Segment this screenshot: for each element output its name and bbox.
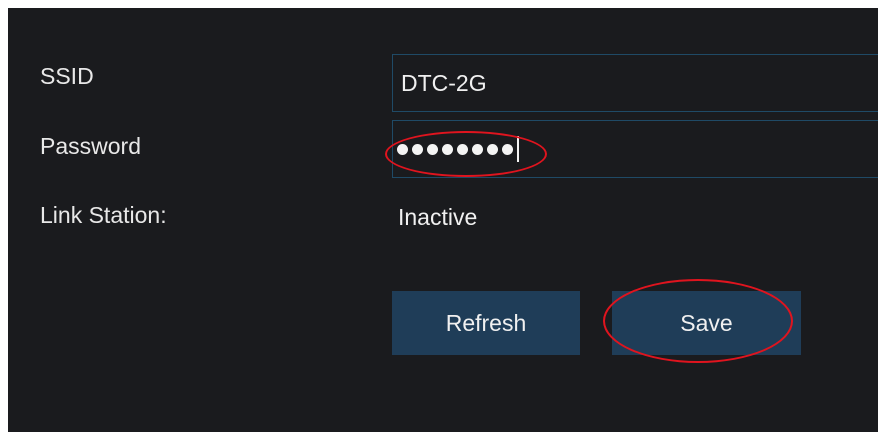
password-mask-dot	[502, 143, 513, 155]
password-mask-dot	[487, 143, 498, 155]
text-caret	[517, 136, 519, 162]
password-label: Password	[40, 133, 141, 159]
password-input[interactable]	[393, 136, 519, 162]
ssid-label: SSID	[40, 63, 94, 89]
link-station-label: Link Station:	[40, 202, 167, 228]
refresh-button[interactable]: Refresh	[392, 291, 580, 355]
save-button[interactable]: Save	[612, 291, 801, 355]
password-field[interactable]	[392, 120, 878, 178]
password-mask-dot	[412, 143, 423, 155]
password-mask-dot	[457, 143, 468, 155]
password-mask-dot	[442, 143, 453, 155]
password-mask-dot	[397, 143, 408, 155]
ssid-field[interactable]	[392, 54, 878, 112]
ssid-input[interactable]	[401, 55, 878, 111]
password-mask-dot	[427, 143, 438, 155]
link-station-status: Inactive	[398, 204, 478, 230]
password-mask-dot	[472, 143, 483, 155]
